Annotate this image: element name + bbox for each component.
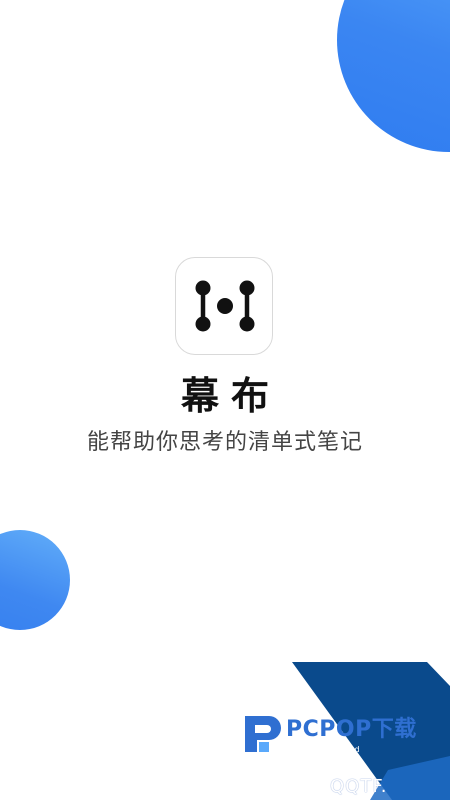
watermark-subtitle: PCPOP Download: [287, 745, 360, 754]
pcpop-logo-icon: [245, 716, 281, 752]
watermark-band: [292, 662, 450, 800]
splash-screen: 幕布 能帮助你思考的清单式笔记 PCPOP下载 PCPOP Download Q…: [0, 0, 450, 800]
watermark-title: PCPOP下载: [286, 717, 417, 742]
watermark-corner-text: QQTF.: [330, 776, 388, 797]
